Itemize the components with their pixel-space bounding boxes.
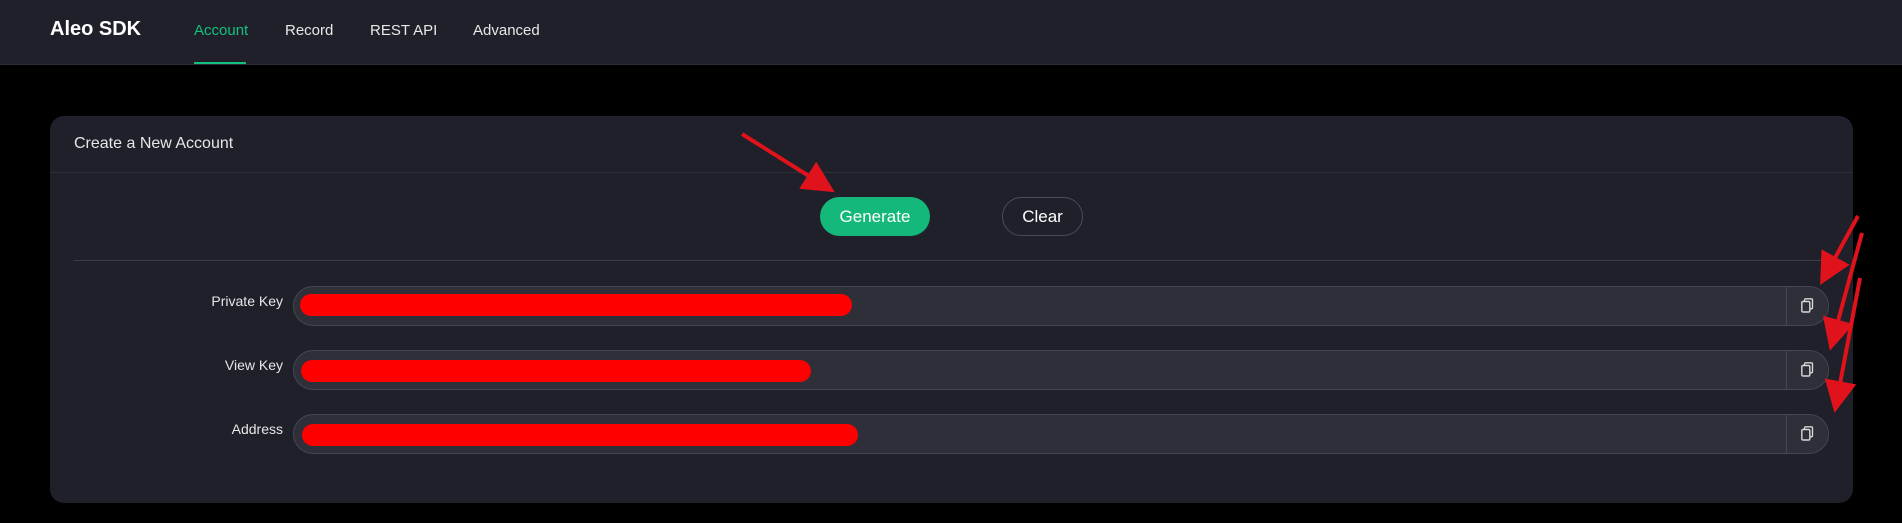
brand-logo[interactable]: Aleo SDK — [50, 18, 141, 41]
address-label: Address — [231, 421, 283, 437]
copy-icon — [1801, 362, 1814, 377]
nav-tab-account[interactable]: Account — [194, 22, 248, 39]
nav-tab-advanced[interactable]: Advanced — [473, 22, 540, 39]
copy-icon — [1801, 298, 1814, 313]
private-key-redaction — [300, 294, 852, 316]
top-navbar: Aleo SDK Account Record REST API Advance… — [0, 0, 1902, 65]
generate-button[interactable]: Generate — [820, 197, 930, 236]
copy-icon — [1801, 426, 1814, 441]
nav-tab-rest-api[interactable]: REST API — [370, 22, 437, 39]
copy-address-button[interactable] — [1786, 415, 1828, 453]
view-key-redaction — [301, 360, 811, 382]
private-key-label: Private Key — [211, 293, 283, 309]
section-divider — [74, 260, 1830, 261]
view-key-field — [293, 350, 1829, 390]
nav-tab-record[interactable]: Record — [285, 22, 333, 39]
private-key-field — [293, 286, 1829, 326]
address-field — [293, 414, 1829, 454]
clear-button[interactable]: Clear — [1002, 197, 1083, 236]
card-title: Create a New Account — [74, 135, 234, 152]
view-key-label: View Key — [224, 357, 283, 373]
address-redaction — [302, 424, 858, 446]
active-tab-indicator — [194, 62, 246, 64]
card-header: Create a New Account — [50, 116, 1853, 173]
copy-private-key-button[interactable] — [1786, 287, 1828, 325]
create-account-card: Create a New Account Generate Clear Priv… — [50, 116, 1853, 503]
copy-view-key-button[interactable] — [1786, 351, 1828, 389]
